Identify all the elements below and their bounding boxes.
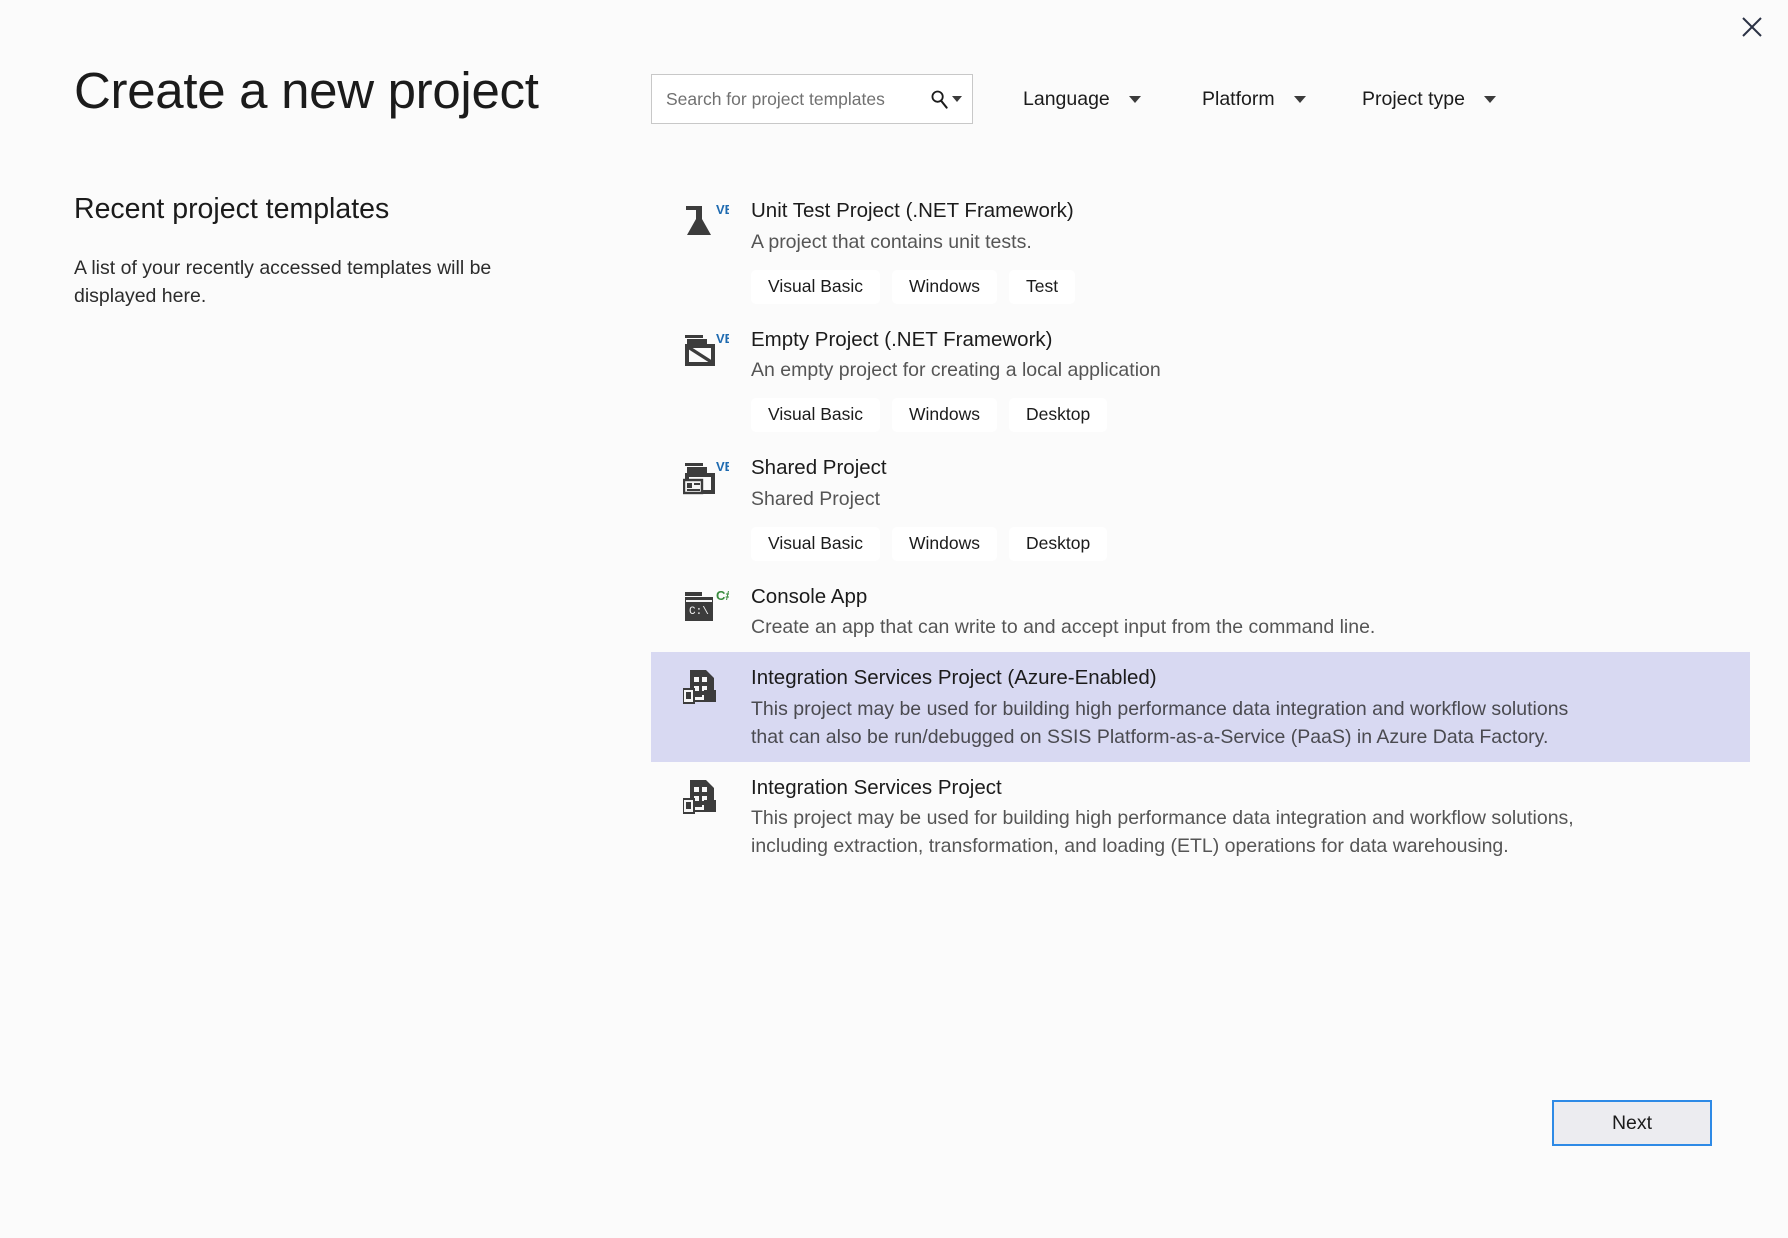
- template-item-name: Integration Services Project (Azure-Enab…: [751, 666, 1157, 690]
- filter-project-type-label: Project type: [1362, 87, 1465, 110]
- template-item-description: Create an app that can write to and acce…: [751, 616, 1376, 639]
- dialog-footer: Next: [0, 1058, 1750, 1238]
- template-item-body: Integration Services Project This project…: [751, 774, 1740, 861]
- recent-templates-panel: Recent project templates A list of your …: [74, 192, 594, 311]
- recent-templates-empty-message: A list of your recently accessed templat…: [74, 257, 492, 308]
- close-button[interactable]: [1724, 4, 1780, 50]
- search-input[interactable]: [652, 75, 926, 123]
- svg-text:VB: VB: [716, 331, 729, 346]
- template-item-name: Console App: [751, 584, 868, 608]
- template-item-name: Unit Test Project (.NET Framework): [751, 199, 1074, 222]
- template-item-tags: Visual Basic Windows Desktop: [751, 398, 1740, 433]
- chevron-down-icon: [1293, 95, 1306, 103]
- template-item-tags: Visual Basic Windows Desktop: [751, 526, 1740, 561]
- console-icon: C:\ C#: [683, 587, 729, 633]
- template-tag: Visual Basic: [751, 398, 881, 433]
- search-icon[interactable]: [926, 75, 952, 123]
- ssis-package-icon: [683, 668, 729, 714]
- template-item-name: Integration Services Project: [751, 775, 1002, 799]
- template-tag: Test: [1009, 269, 1076, 304]
- svg-text:C#: C#: [716, 588, 729, 603]
- chevron-down-icon: [952, 96, 962, 102]
- template-item-name: Shared Project: [751, 456, 887, 480]
- page-title: Create a new project: [74, 62, 539, 119]
- svg-text:VB: VB: [716, 459, 729, 474]
- create-new-project-dialog: Create a new project Language Platform: [0, 0, 1788, 1238]
- filter-language-button[interactable]: Language: [1017, 74, 1147, 124]
- template-item-name: Empty Project (.NET Framework): [751, 327, 1053, 351]
- template-list: VB Unit Test Project (.NET Framework) A pr…: [651, 185, 1750, 871]
- search-dropdown-toggle[interactable]: [952, 75, 972, 123]
- template-item-body: Shared Project Shared Project Visual Basic…: [751, 454, 1740, 561]
- chevron-down-icon: [1483, 95, 1496, 103]
- search-box[interactable]: [651, 74, 973, 124]
- flask-icon: VB: [683, 201, 729, 247]
- template-tag: Windows: [892, 398, 998, 433]
- template-item[interactable]: VB Unit Test Project (.NET Framework) A pr…: [651, 185, 1750, 314]
- filter-platform-button[interactable]: Platform: [1196, 74, 1312, 124]
- template-item[interactable]: VB Shared Project Shared Project Visual Bas…: [651, 442, 1750, 571]
- template-item-body: Console App Create an app that can write …: [751, 583, 1740, 643]
- svg-text:C:\: C:\: [689, 606, 709, 618]
- template-item-description: This project may be used for building hi…: [751, 697, 1569, 748]
- template-item-description: Shared Project: [751, 487, 880, 510]
- chevron-down-icon: [1128, 95, 1141, 103]
- template-item[interactable]: Integration Services Project This project…: [651, 762, 1750, 871]
- template-item-tags: Visual Basic Windows Test: [751, 269, 1740, 304]
- title-bar: [0, 0, 1788, 56]
- template-tag: Visual Basic: [751, 526, 881, 561]
- filter-language-label: Language: [1023, 87, 1110, 110]
- next-button[interactable]: Next: [1552, 1100, 1712, 1146]
- shared-folder-icon: VB: [683, 458, 729, 504]
- close-icon: [1742, 17, 1762, 37]
- template-item-description: This project may be used for building hi…: [751, 807, 1574, 858]
- template-tag: Visual Basic: [751, 269, 881, 304]
- filter-platform-label: Platform: [1202, 87, 1275, 110]
- template-item[interactable]: C:\ C# Console App Create an app that can w…: [651, 571, 1750, 653]
- template-tag: Desktop: [1009, 398, 1108, 433]
- template-item-body: Empty Project (.NET Framework) An empty p…: [751, 326, 1740, 433]
- template-tag: Windows: [892, 526, 998, 561]
- template-item-body: Unit Test Project (.NET Framework) A proj…: [751, 197, 1740, 304]
- svg-text:VB: VB: [716, 202, 729, 217]
- recent-templates-heading: Recent project templates: [74, 193, 390, 225]
- filter-project-type-button[interactable]: Project type: [1356, 74, 1502, 124]
- ssis-package-icon: [683, 778, 729, 824]
- empty-folder-icon: VB: [683, 330, 729, 376]
- header-controls: Language Platform Project type: [651, 74, 1748, 126]
- template-item[interactable]: Integration Services Project (Azure-Enab…: [651, 652, 1750, 762]
- template-item-body: Integration Services Project (Azure-Enab…: [751, 664, 1740, 751]
- template-tag: Desktop: [1009, 526, 1108, 561]
- template-item-description: A project that contains unit tests.: [751, 230, 1032, 253]
- template-item-description: An empty project for creating a local ap…: [751, 359, 1161, 382]
- template-item[interactable]: VB Empty Project (.NET Framework) An empty…: [651, 314, 1750, 443]
- template-tag: Windows: [892, 269, 998, 304]
